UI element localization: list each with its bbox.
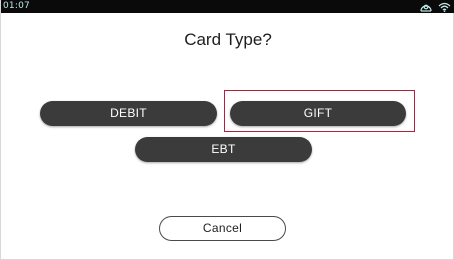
cancel-button[interactable]: Cancel bbox=[159, 216, 286, 241]
debit-button[interactable]: DEBIT bbox=[40, 101, 217, 126]
gift-button[interactable]: GIFT bbox=[230, 101, 406, 126]
account-circle-icon bbox=[420, 2, 432, 12]
status-time: 01:07 bbox=[3, 1, 30, 11]
card-type-screen: 01:07 Card Type? DEBIT GIFT EBT Cancel bbox=[0, 0, 454, 260]
page-title: Card Type? bbox=[184, 30, 272, 49]
ebt-button[interactable]: EBT bbox=[135, 137, 312, 162]
status-icons bbox=[420, 1, 451, 12]
status-bar: 01:07 bbox=[1, 0, 454, 13]
wifi-icon bbox=[438, 2, 451, 12]
